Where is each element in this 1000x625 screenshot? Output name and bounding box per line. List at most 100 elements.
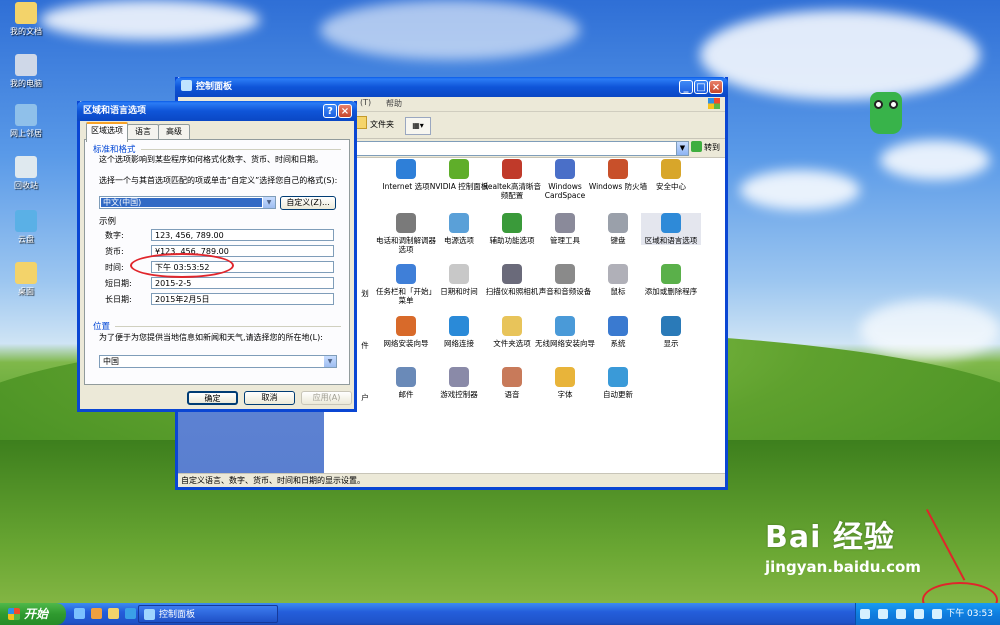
control-panel-item[interactable]: 添加或删除程序 bbox=[641, 264, 701, 296]
tab-regional-options[interactable]: 区域选项 bbox=[86, 122, 128, 142]
tray-icon[interactable] bbox=[895, 609, 906, 619]
control-panel-item[interactable]: 扫描仪和照相机 bbox=[482, 264, 542, 296]
control-panel-item[interactable]: 系统 bbox=[588, 316, 648, 348]
dialog-close-button[interactable]: × bbox=[338, 104, 352, 118]
location-select[interactable]: 中国 ▼ bbox=[99, 355, 337, 368]
minimize-button[interactable]: _ bbox=[679, 80, 693, 94]
close-button[interactable]: × bbox=[709, 80, 723, 94]
quick-launch-icon[interactable] bbox=[124, 608, 136, 619]
tab-languages[interactable]: 语言 bbox=[127, 124, 159, 140]
control-panel-item[interactable]: 声音和音频设备 bbox=[535, 264, 595, 296]
maximize-button[interactable]: □ bbox=[694, 80, 708, 94]
dialog-title: 区域和语言选项 bbox=[83, 106, 147, 116]
control-panel-item[interactable]: 日期和时间 bbox=[429, 264, 489, 296]
applet-label: Internet 选项 bbox=[382, 182, 430, 191]
folders-button[interactable]: 文件夹 bbox=[353, 116, 394, 133]
applet-label: Windows CardSpace bbox=[544, 182, 586, 200]
control-panel-item[interactable]: 无线网络安装向导 bbox=[535, 316, 595, 348]
control-panel-item[interactable]: 语音 bbox=[482, 367, 542, 399]
apply-button[interactable]: 应用(A) bbox=[301, 391, 352, 405]
control-panel-item[interactable]: Windows CardSpace bbox=[535, 159, 595, 200]
quick-launch-icon[interactable] bbox=[107, 608, 119, 619]
control-panel-item[interactable]: 自动更新 bbox=[588, 367, 648, 399]
applet-icon bbox=[396, 159, 416, 179]
control-panel-item[interactable]: 辅助功能选项 bbox=[482, 213, 542, 245]
tray-icon[interactable] bbox=[877, 609, 888, 619]
control-panel-titlebar[interactable]: 控制面板 _ □ × bbox=[175, 77, 728, 97]
control-panel-item[interactable]: 网络连接 bbox=[429, 316, 489, 348]
menu-help[interactable]: 帮助 bbox=[386, 98, 402, 109]
control-panel-item[interactable]: 电源选项 bbox=[429, 213, 489, 245]
start-button[interactable]: 开始 bbox=[0, 603, 66, 625]
tab-advanced[interactable]: 高级 bbox=[158, 124, 190, 140]
help-button[interactable]: ? bbox=[323, 104, 337, 118]
quick-launch-icon[interactable] bbox=[90, 608, 102, 619]
desktop-icon-my-documents[interactable]: 我的文档 bbox=[6, 2, 46, 37]
applet-icon bbox=[396, 316, 416, 336]
applet-label: 显示 bbox=[663, 339, 679, 348]
control-panel-item[interactable]: 鼠标 bbox=[588, 264, 648, 296]
applet-label: 区域和语言选项 bbox=[644, 236, 698, 245]
applet-label: NVIDIA 控制面板 bbox=[429, 182, 489, 191]
sample-label: 短日期: bbox=[105, 279, 132, 288]
taskbar: 开始 控制面板 下午 03:53 bbox=[0, 603, 1000, 625]
sample-value: 2015年2月5日 bbox=[151, 293, 334, 305]
sample-value: 123, 456, 789.00 bbox=[151, 229, 334, 241]
applet-label: 扫描仪和照相机 bbox=[485, 287, 539, 296]
window-title: 控制面板 bbox=[196, 82, 233, 92]
control-panel-item[interactable]: 任务栏和「开始」菜单 bbox=[376, 264, 436, 305]
system-tray: 下午 03:53 bbox=[855, 603, 1000, 625]
address-input[interactable] bbox=[328, 141, 678, 156]
control-panel-item[interactable]: 键盘 bbox=[588, 213, 648, 245]
applet-label: 语音 bbox=[504, 390, 520, 399]
control-panel-item[interactable]: 游戏控制器 bbox=[429, 367, 489, 399]
desktop-icon-desktop-folder[interactable]: 桌面 bbox=[6, 262, 46, 297]
taskbar-clock[interactable]: 下午 03:53 bbox=[946, 603, 993, 625]
ok-button[interactable]: 确定 bbox=[187, 391, 238, 405]
cloud-disk-icon bbox=[15, 210, 37, 232]
applet-icon bbox=[661, 264, 681, 284]
applet-icon bbox=[449, 367, 469, 387]
partial-label: 划 bbox=[361, 289, 369, 298]
control-panel-item[interactable]: 区域和语言选项 bbox=[641, 213, 701, 245]
tray-icon[interactable] bbox=[860, 609, 870, 619]
control-panel-icon bbox=[144, 609, 155, 620]
control-panel-item[interactable]: 安全中心 bbox=[641, 159, 701, 191]
control-panel-item[interactable]: Internet 选项 bbox=[376, 159, 436, 191]
format-select[interactable]: 中文(中国) ▼ bbox=[99, 196, 276, 209]
desktop-icon-network[interactable]: 网上邻居 bbox=[6, 104, 46, 139]
taskbar-item-control-panel[interactable]: 控制面板 bbox=[138, 605, 278, 623]
control-panel-item[interactable]: Windows 防火墙 bbox=[588, 159, 648, 191]
control-panel-item[interactable]: NVIDIA 控制面板 bbox=[429, 159, 489, 191]
quick-launch-icon[interactable] bbox=[74, 608, 85, 619]
control-panel-item[interactable]: Realtek高清晰音频配置 bbox=[482, 159, 542, 200]
control-panel-item[interactable]: 电话和调制解调器选项 bbox=[376, 213, 436, 254]
control-panel-item[interactable]: 管理工具 bbox=[535, 213, 595, 245]
applet-label: 自动更新 bbox=[603, 390, 633, 399]
cancel-button[interactable]: 取消 bbox=[244, 391, 295, 405]
applet-label: 电话和调制解调器选项 bbox=[376, 236, 436, 254]
control-panel-item[interactable]: 邮件 bbox=[376, 367, 436, 399]
applet-icon bbox=[555, 316, 575, 336]
customize-button[interactable]: 自定义(Z)... bbox=[280, 196, 336, 210]
control-panel-item[interactable]: 网络安装向导 bbox=[376, 316, 436, 348]
desktop-icon-cloud-disk[interactable]: 云盘 bbox=[6, 210, 46, 245]
control-panel-item[interactable]: 显示 bbox=[641, 316, 701, 348]
control-panel-item[interactable]: 字体 bbox=[535, 367, 595, 399]
applet-label: 游戏控制器 bbox=[440, 390, 478, 399]
address-dropdown[interactable]: ▼ bbox=[676, 141, 689, 156]
desktop-icon-my-computer[interactable]: 我的电脑 bbox=[6, 54, 46, 89]
watermark-brand: Bai 经验 bbox=[765, 520, 895, 555]
tray-icon[interactable] bbox=[913, 609, 924, 619]
chevron-down-icon: ▼ bbox=[324, 356, 336, 367]
views-button[interactable]: ▦▾ bbox=[405, 117, 431, 135]
applet-label: Realtek高清晰音频配置 bbox=[482, 182, 542, 200]
desktop-icon-recycle-bin[interactable]: 回收站 bbox=[6, 156, 46, 191]
dialog-titlebar[interactable]: 区域和语言选项 ? × bbox=[77, 101, 357, 121]
applet-label: 添加或删除程序 bbox=[644, 287, 698, 296]
control-panel-item[interactable]: 文件夹选项 bbox=[482, 316, 542, 348]
go-button[interactable]: 转到 bbox=[691, 140, 720, 155]
quick-launch bbox=[74, 608, 139, 622]
menu-tools[interactable]: (T) bbox=[360, 98, 371, 107]
tray-icon[interactable] bbox=[931, 609, 942, 619]
